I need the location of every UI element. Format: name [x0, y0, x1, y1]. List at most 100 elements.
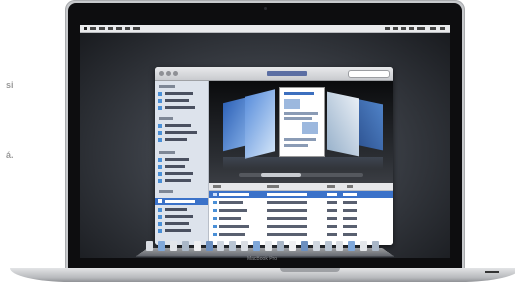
sidebar-item[interactable]: [165, 200, 195, 203]
dock-app-icon[interactable]: [193, 241, 201, 251]
file-size: [327, 209, 337, 212]
dock-app-icon[interactable]: [146, 241, 153, 251]
dock-app-icon[interactable]: [324, 241, 332, 251]
dock-app-icon[interactable]: [348, 241, 356, 251]
file-name: [219, 233, 245, 236]
menu-item[interactable]: [125, 27, 130, 30]
column-header[interactable]: [347, 185, 353, 188]
file-name: [219, 201, 243, 204]
sidebar-item[interactable]: [165, 165, 185, 168]
dock-app-icon[interactable]: [265, 241, 272, 251]
file-size: [327, 193, 337, 196]
computer-icon: [158, 131, 162, 135]
file-kind: [343, 225, 357, 228]
file-name: [219, 217, 241, 220]
table-row[interactable]: [209, 215, 393, 222]
side-text-top: si: [6, 80, 14, 90]
dock-app-icon[interactable]: [181, 241, 189, 251]
column-header[interactable]: [213, 185, 221, 188]
user-menu[interactable]: [430, 27, 436, 30]
list-header[interactable]: [209, 183, 393, 191]
table-row[interactable]: [209, 199, 393, 206]
dock-app-icon[interactable]: [360, 241, 368, 251]
dock-app-icon[interactable]: [229, 241, 237, 251]
file-kind: [343, 209, 357, 212]
status-icon[interactable]: [401, 27, 406, 30]
drive-icon: [158, 92, 162, 96]
sidebar-item[interactable]: [165, 138, 187, 141]
dock-app-icon[interactable]: [169, 241, 177, 251]
dock-app-icon[interactable]: [253, 241, 261, 251]
cover-flow-scroll-thumb[interactable]: [261, 173, 301, 177]
status-icon[interactable]: [409, 27, 414, 30]
table-row[interactable]: [209, 231, 393, 238]
sidebar-item[interactable]: [165, 222, 189, 225]
file-date: [267, 225, 307, 228]
sidebar-item[interactable]: [165, 158, 189, 161]
spotlight-icon[interactable]: [440, 27, 445, 30]
cover-flow-reflection: [223, 157, 383, 169]
dock-app-icon[interactable]: [205, 241, 213, 251]
dock-app-icon[interactable]: [276, 241, 284, 251]
file-icon: [213, 217, 217, 220]
sidebar[interactable]: [155, 81, 209, 245]
finder-window[interactable]: [155, 67, 393, 245]
view-mode-segmented-control[interactable]: [267, 71, 307, 76]
sidebar-item[interactable]: [165, 172, 193, 175]
dock-app-icon[interactable]: [288, 241, 296, 251]
close-button[interactable]: [159, 71, 164, 76]
menu-item[interactable]: [99, 27, 105, 30]
cover-flow-item[interactable]: [327, 91, 359, 157]
sidebar-item[interactable]: [165, 179, 191, 182]
display-screen: [80, 25, 450, 258]
status-icon[interactable]: [393, 27, 398, 30]
sidebar-item[interactable]: [165, 106, 195, 109]
menu-item[interactable]: [108, 27, 113, 30]
file-date: [267, 201, 307, 204]
sidebar-item[interactable]: [165, 124, 191, 127]
dock-app-icon[interactable]: [300, 241, 308, 251]
table-row[interactable]: [209, 207, 393, 214]
sidebar-item[interactable]: [165, 208, 187, 211]
clock-icon: [158, 208, 162, 212]
zoom-button[interactable]: [173, 71, 178, 76]
status-icon[interactable]: [385, 27, 390, 30]
menu-item[interactable]: [133, 27, 140, 30]
desktop-icon: [158, 158, 162, 162]
sidebar-item[interactable]: [165, 229, 191, 232]
sidebar-item[interactable]: [165, 215, 193, 218]
minimize-button[interactable]: [166, 71, 171, 76]
smart-folder-icon: [158, 229, 162, 233]
column-header[interactable]: [327, 185, 335, 188]
sidebar-item[interactable]: [165, 92, 193, 95]
file-date: [267, 209, 307, 212]
clock[interactable]: [417, 27, 425, 30]
dock-app-icon[interactable]: [217, 241, 225, 251]
file-list[interactable]: [209, 183, 393, 245]
cover-flow-view[interactable]: [209, 81, 393, 183]
dock-app-icon[interactable]: [372, 241, 380, 251]
file-date: [267, 217, 307, 220]
file-kind: [343, 201, 357, 204]
cover-flow-selected-item[interactable]: [279, 87, 325, 157]
table-row[interactable]: [209, 223, 393, 230]
computer-icon: [158, 138, 162, 142]
sidebar-item[interactable]: [165, 131, 197, 134]
menu-bar[interactable]: [80, 25, 450, 33]
dock-app-icon[interactable]: [241, 241, 249, 251]
dock-app-icon[interactable]: [336, 241, 344, 251]
cover-flow-scrollbar[interactable]: [239, 173, 363, 177]
document-preview-line: [284, 112, 318, 115]
dock-app-icon[interactable]: [157, 241, 165, 251]
sidebar-item[interactable]: [165, 99, 189, 102]
cover-flow-item[interactable]: [245, 89, 275, 159]
menu-item[interactable]: [116, 27, 122, 30]
search-field[interactable]: [348, 70, 390, 78]
menu-item[interactable]: [90, 27, 96, 30]
file-size: [327, 201, 337, 204]
dock-app-icon[interactable]: [312, 241, 320, 251]
apple-icon[interactable]: [84, 27, 87, 30]
column-header[interactable]: [267, 185, 279, 188]
table-row[interactable]: [209, 191, 393, 198]
window-toolbar[interactable]: [155, 67, 393, 81]
